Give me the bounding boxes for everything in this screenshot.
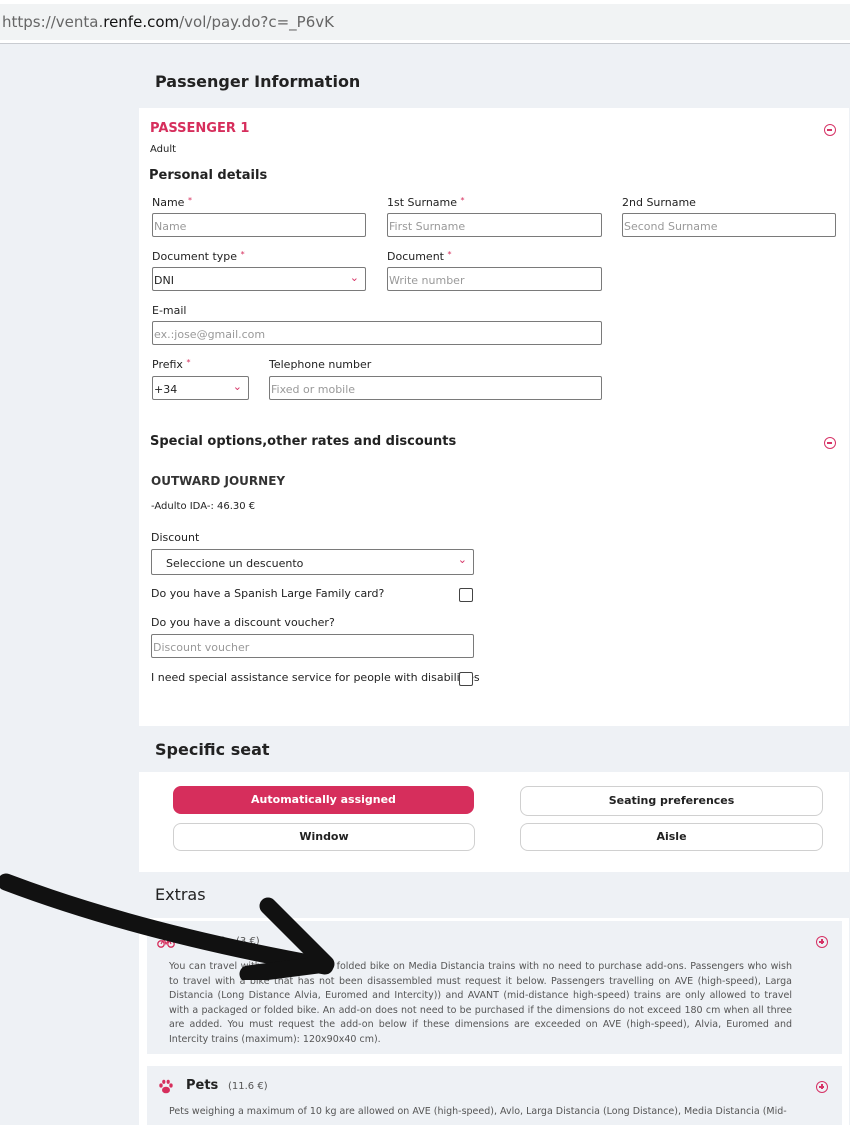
add-pets-icon[interactable] — [816, 1081, 828, 1093]
surname1-input[interactable]: First Surname — [387, 213, 602, 237]
window-button[interactable]: Window — [173, 823, 475, 851]
aisle-button[interactable]: Aisle — [520, 823, 823, 851]
journey-title: OUTWARD JOURNEY — [151, 474, 286, 488]
add-bikes-icon[interactable] — [816, 936, 828, 948]
collapse-special-icon[interactable] — [824, 437, 836, 449]
url-suffix: /vol/pay.do?c=_P6vK — [179, 13, 334, 31]
pets-description: Pets weighing a maximum of 10 kg are all… — [169, 1106, 787, 1117]
passenger-type: Adult — [150, 144, 177, 155]
phone-label: Telephone number — [269, 358, 372, 371]
document-input[interactable]: Write number — [387, 267, 602, 291]
url-text[interactable]: https://venta.renfe.com/vol/pay.do?c=_P6… — [0, 4, 850, 40]
passenger-label: PASSENGER 1 — [150, 121, 250, 136]
doctype-select[interactable]: DNI ⌄ — [152, 267, 366, 291]
pets-card[interactable]: Pets (11.6 €) Pets weighing a maximum of… — [147, 1066, 842, 1125]
passenger-info-header: Passenger Information — [139, 58, 849, 108]
surname1-label: 1st Surname * — [387, 196, 465, 209]
paw-icon — [159, 1079, 173, 1094]
voucher-input[interactable]: Discount voucher — [151, 634, 474, 658]
fare-line: -Adulto IDA-: 46.30 € — [151, 501, 256, 512]
email-label: E-mail — [152, 304, 187, 317]
passenger-form: PASSENGER 1 Adult Personal details Name … — [139, 108, 849, 726]
seat-options: Automatically assigned Seating preferenc… — [139, 772, 849, 872]
personal-details-heading: Personal details — [149, 168, 268, 183]
auto-assigned-button[interactable]: Automatically assigned — [173, 786, 474, 814]
collapse-passenger-icon[interactable] — [824, 124, 836, 136]
voucher-question: Do you have a discount voucher? — [151, 616, 335, 629]
chevron-down-icon: ⌄ — [232, 380, 242, 393]
passenger-info-title: Passenger Information — [155, 72, 361, 91]
url-domain: renfe.com — [103, 13, 180, 31]
chevron-down-icon: ⌄ — [349, 271, 359, 284]
specific-seat-header: Specific seat — [139, 726, 849, 772]
doctype-label: Document type * — [152, 250, 245, 263]
url-prefix: https://venta. — [2, 13, 104, 31]
large-family-question: Do you have a Spanish Large Family card? — [151, 587, 385, 600]
assistance-question: I need special assistance service for pe… — [151, 671, 480, 684]
seating-preferences-button[interactable]: Seating preferences — [520, 786, 823, 816]
phone-input[interactable]: Fixed or mobile — [269, 376, 602, 400]
discount-select[interactable]: Seleccione un descuento ⌄ — [151, 549, 474, 575]
name-input[interactable]: Name — [152, 213, 366, 237]
annotation-arrow-icon — [0, 873, 335, 980]
chevron-down-icon: ⌄ — [457, 553, 467, 566]
pets-title: Pets — [186, 1078, 219, 1093]
document-label: Document * — [387, 250, 452, 263]
specific-seat-title: Specific seat — [155, 740, 270, 759]
large-family-checkbox[interactable] — [459, 588, 473, 602]
email-input[interactable]: ex.:jose@gmail.com — [152, 321, 602, 345]
pets-price: (11.6 €) — [228, 1081, 268, 1092]
surname2-input[interactable]: Second Surname — [622, 213, 836, 237]
prefix-select[interactable]: +34 ⌄ — [152, 376, 249, 400]
browser-url-bar[interactable]: https://venta.renfe.com/vol/pay.do?c=_P6… — [0, 0, 850, 44]
surname2-label: 2nd Surname — [622, 196, 696, 209]
prefix-label: Prefix * — [152, 358, 191, 371]
assistance-checkbox[interactable] — [459, 672, 473, 686]
name-label: Name * — [152, 196, 192, 209]
special-options-heading: Special options,other rates and discount… — [150, 434, 457, 449]
discount-label: Discount — [151, 531, 200, 544]
